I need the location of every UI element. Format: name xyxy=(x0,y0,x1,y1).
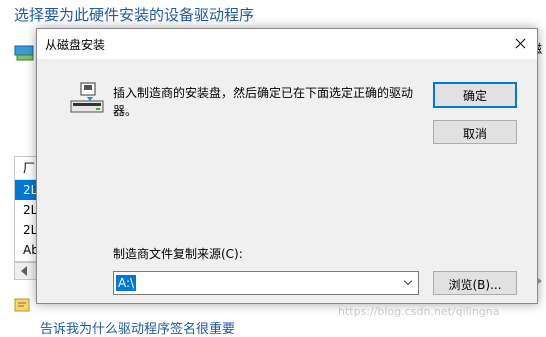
browse-button[interactable]: 浏览(B)... xyxy=(433,271,517,295)
source-value[interactable]: A:\ xyxy=(116,275,137,291)
disk-drive-icon xyxy=(70,82,104,113)
watermark: https://blog.csdn.net/qilingna xyxy=(338,305,500,318)
dialog-titlebar: 从磁盘安装 xyxy=(37,29,537,59)
chevron-down-icon[interactable] xyxy=(400,272,418,294)
install-from-disk-dialog: 从磁盘安装 插入制造商的安装盘，然后确定已在下面选定正确的驱动器。 确定 取消 … xyxy=(36,28,538,304)
dialog-title: 从磁盘安装 xyxy=(45,38,106,52)
source-combobox[interactable]: A:\ xyxy=(113,271,419,295)
ok-button[interactable]: 确定 xyxy=(433,82,517,108)
scroll-left-icon[interactable] xyxy=(21,266,27,276)
source-label: 制造商文件复制来源(C): xyxy=(113,247,243,261)
wizard-heading: 选择要为此硬件安装的设备驱动程序 xyxy=(14,6,255,24)
cancel-button[interactable]: 取消 xyxy=(433,120,517,144)
dialog-message: 插入制造商的安装盘，然后确定已在下面选定正确的驱动器。 xyxy=(113,86,414,118)
driver-signing-link[interactable]: 告诉我为什么驱动程序签名很重要 xyxy=(40,318,235,337)
close-icon[interactable] xyxy=(503,29,537,59)
signature-info-icon xyxy=(14,298,30,312)
hardware-icon xyxy=(14,45,34,61)
